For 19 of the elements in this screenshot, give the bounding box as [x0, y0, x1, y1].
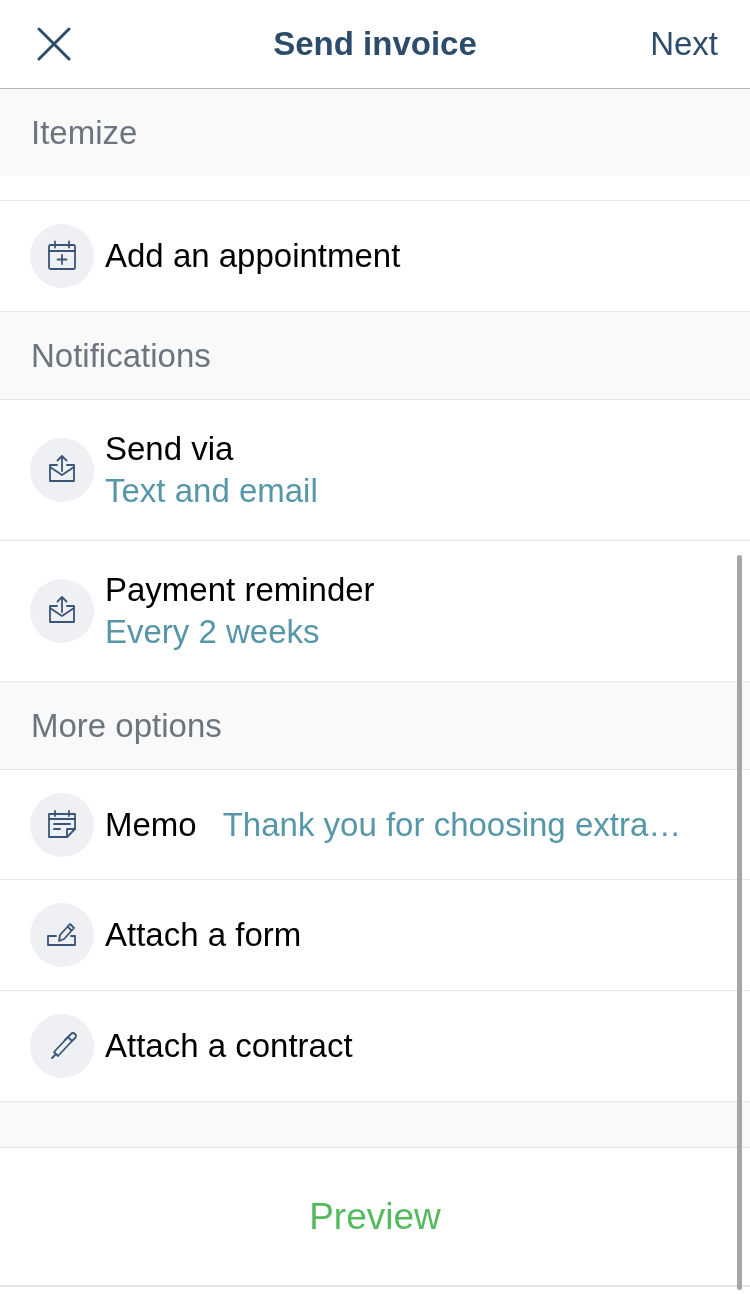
item-value: Thank you for choosing extra… [222, 804, 682, 845]
item-value: Every 2 weeks [105, 612, 321, 652]
screen-title: Send invoice [273, 25, 477, 63]
section-title: Itemize [31, 112, 138, 153]
item-title: Attach a contract [105, 1026, 353, 1066]
pen-icon [30, 1014, 94, 1078]
section-title: Notifications [31, 335, 211, 376]
section-title: More options [31, 705, 222, 746]
item-title: Add an appointment [105, 236, 401, 276]
close-icon[interactable] [37, 27, 71, 61]
item-title: Attach a form [105, 915, 302, 955]
next-button[interactable]: Next [650, 24, 718, 64]
calendar-plus-icon [30, 224, 94, 288]
notepad-icon [30, 792, 94, 857]
item-title: Send via [105, 429, 235, 469]
pencil-box-icon [30, 903, 94, 967]
item-title: Payment reminder [105, 570, 375, 610]
item-value: Text and email [105, 471, 318, 511]
item-title: Memo [105, 804, 197, 845]
